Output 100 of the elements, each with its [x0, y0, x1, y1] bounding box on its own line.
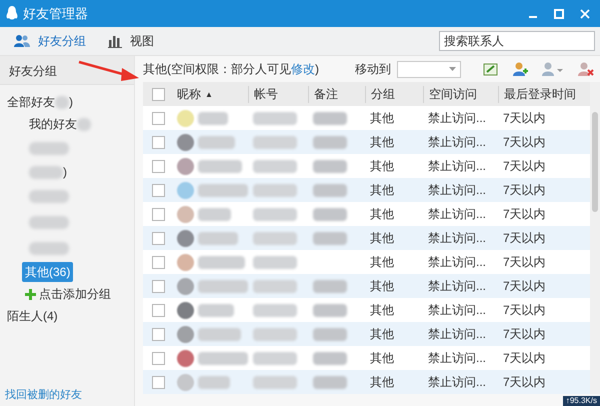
network-speed-badge: ↑95.3K/s [562, 396, 600, 406]
group-cell: 其他 [370, 110, 394, 126]
blurred-text [313, 184, 347, 196]
column-header[interactable]: 帐号 [254, 86, 278, 102]
row-checkbox[interactable] [152, 112, 165, 124]
access-cell: 禁止访问... [428, 182, 486, 198]
last-login-cell: 7天以内 [503, 350, 546, 366]
row-checkbox[interactable] [152, 376, 165, 388]
group-cell: 其他 [370, 182, 394, 198]
access-cell: 禁止访问... [428, 350, 486, 366]
group-item[interactable]: 陌生人(4) [4, 306, 61, 326]
access-cell: 禁止访问... [428, 206, 486, 222]
blurred-text [253, 352, 297, 364]
row-checkbox[interactable] [152, 304, 165, 316]
blurred-text [198, 376, 230, 388]
move-to-dropdown[interactable] [397, 60, 461, 78]
avatar-icon [177, 158, 194, 174]
avatar-icon [177, 182, 194, 198]
blurred-text [253, 256, 297, 268]
restore-deleted-friends-link[interactable]: 找回被删的好友 [0, 387, 87, 406]
group-cell: 其他 [370, 206, 394, 222]
group-cell: 其他 [370, 134, 394, 150]
row-checkbox[interactable] [152, 256, 165, 268]
blurred-text [253, 160, 297, 172]
avatar-icon [177, 254, 194, 270]
search-field[interactable]: 搜索联系人 [439, 31, 595, 51]
group-cell: 其他 [370, 230, 394, 246]
blurred-text [253, 208, 297, 220]
row-checkbox[interactable] [152, 232, 165, 244]
annotation-arrow [78, 60, 140, 82]
row-checkbox[interactable] [152, 208, 165, 220]
blurred-text [313, 352, 347, 364]
blurred-text [313, 232, 347, 244]
move-to-label: 移动到 [355, 60, 391, 78]
avatar-icon [177, 134, 194, 150]
blurred-text [313, 136, 347, 148]
group-cell: 其他 [370, 158, 394, 174]
access-cell: 禁止访问... [428, 230, 486, 246]
blurred-text [198, 136, 235, 148]
blurred-text [253, 112, 297, 124]
last-login-cell: 7天以内 [503, 302, 546, 318]
column-header[interactable]: 备注 [314, 86, 338, 102]
blurred-text [253, 280, 297, 292]
blurred-text [198, 304, 234, 316]
avatar-icon [177, 302, 194, 318]
sort-indicator: ▲ [205, 90, 213, 98]
access-cell: 禁止访问... [428, 326, 486, 342]
blurred-text [253, 304, 297, 316]
group-caption: 其他(空间权限：部分人可见修改) [143, 60, 320, 78]
blurred-text [198, 280, 248, 292]
window-title: 好友管理器 [23, 4, 89, 22]
row-checkbox[interactable] [152, 352, 165, 364]
row-checkbox[interactable] [152, 280, 165, 292]
row-checkbox[interactable] [152, 136, 165, 148]
edit-link[interactable]: 修改 [291, 62, 315, 76]
person-menu-icon[interactable] [542, 62, 564, 76]
access-cell: 禁止访问... [428, 374, 486, 390]
column-header[interactable]: 分组 [371, 86, 395, 102]
column-header[interactable]: 昵称 [177, 86, 201, 102]
edit-card-icon[interactable] [483, 62, 498, 76]
blurred-text [198, 352, 248, 364]
group-item[interactable]: 我的好友 [26, 114, 94, 134]
group-cell: 其他 [370, 278, 394, 294]
blurred-text [198, 208, 231, 220]
group-item[interactable]: 其他(36) [22, 262, 74, 282]
remove-person-icon[interactable] [578, 62, 594, 76]
row-checkbox[interactable] [152, 160, 165, 172]
last-login-cell: 7天以内 [503, 230, 546, 246]
blurred-text [198, 256, 245, 268]
group-cell: 其他 [370, 302, 394, 318]
blurred-text [313, 112, 347, 124]
group-item[interactable]: 全部好友 ) [4, 92, 76, 112]
last-login-cell: 7天以内 [503, 206, 546, 222]
bar-chart-icon [108, 34, 122, 48]
last-login-cell: 7天以内 [503, 374, 546, 390]
blurred-text [198, 160, 242, 172]
add-group-button[interactable]: 点击添加分组 [22, 284, 114, 304]
tab[interactable]: 视图 [108, 30, 154, 52]
close-icon[interactable] [580, 8, 590, 18]
row-checkbox[interactable] [152, 184, 165, 196]
blurred-text [253, 184, 297, 196]
row-checkbox[interactable] [152, 328, 165, 340]
column-header[interactable]: 最后登录时间 [504, 86, 576, 102]
access-cell: 禁止访问... [428, 254, 486, 270]
add-person-icon[interactable] [512, 62, 528, 76]
last-login-cell: 7天以内 [503, 134, 546, 150]
group-cell: 其他 [370, 254, 394, 270]
blurred-text [313, 376, 347, 388]
last-login-cell: 7天以内 [503, 158, 546, 174]
last-login-cell: 7天以内 [503, 110, 546, 126]
blurred-text [198, 232, 238, 244]
group-cell: 其他 [370, 326, 394, 342]
last-login-cell: 7天以内 [503, 254, 546, 270]
maximize-icon[interactable] [554, 8, 564, 18]
column-header[interactable]: 空间访问 [429, 86, 477, 102]
avatar-icon [177, 350, 194, 366]
select-all-checkbox[interactable] [152, 88, 165, 100]
tab[interactable]: 好友分组 [14, 30, 86, 52]
scrollbar[interactable] [590, 82, 600, 394]
avatar-icon [177, 326, 194, 342]
